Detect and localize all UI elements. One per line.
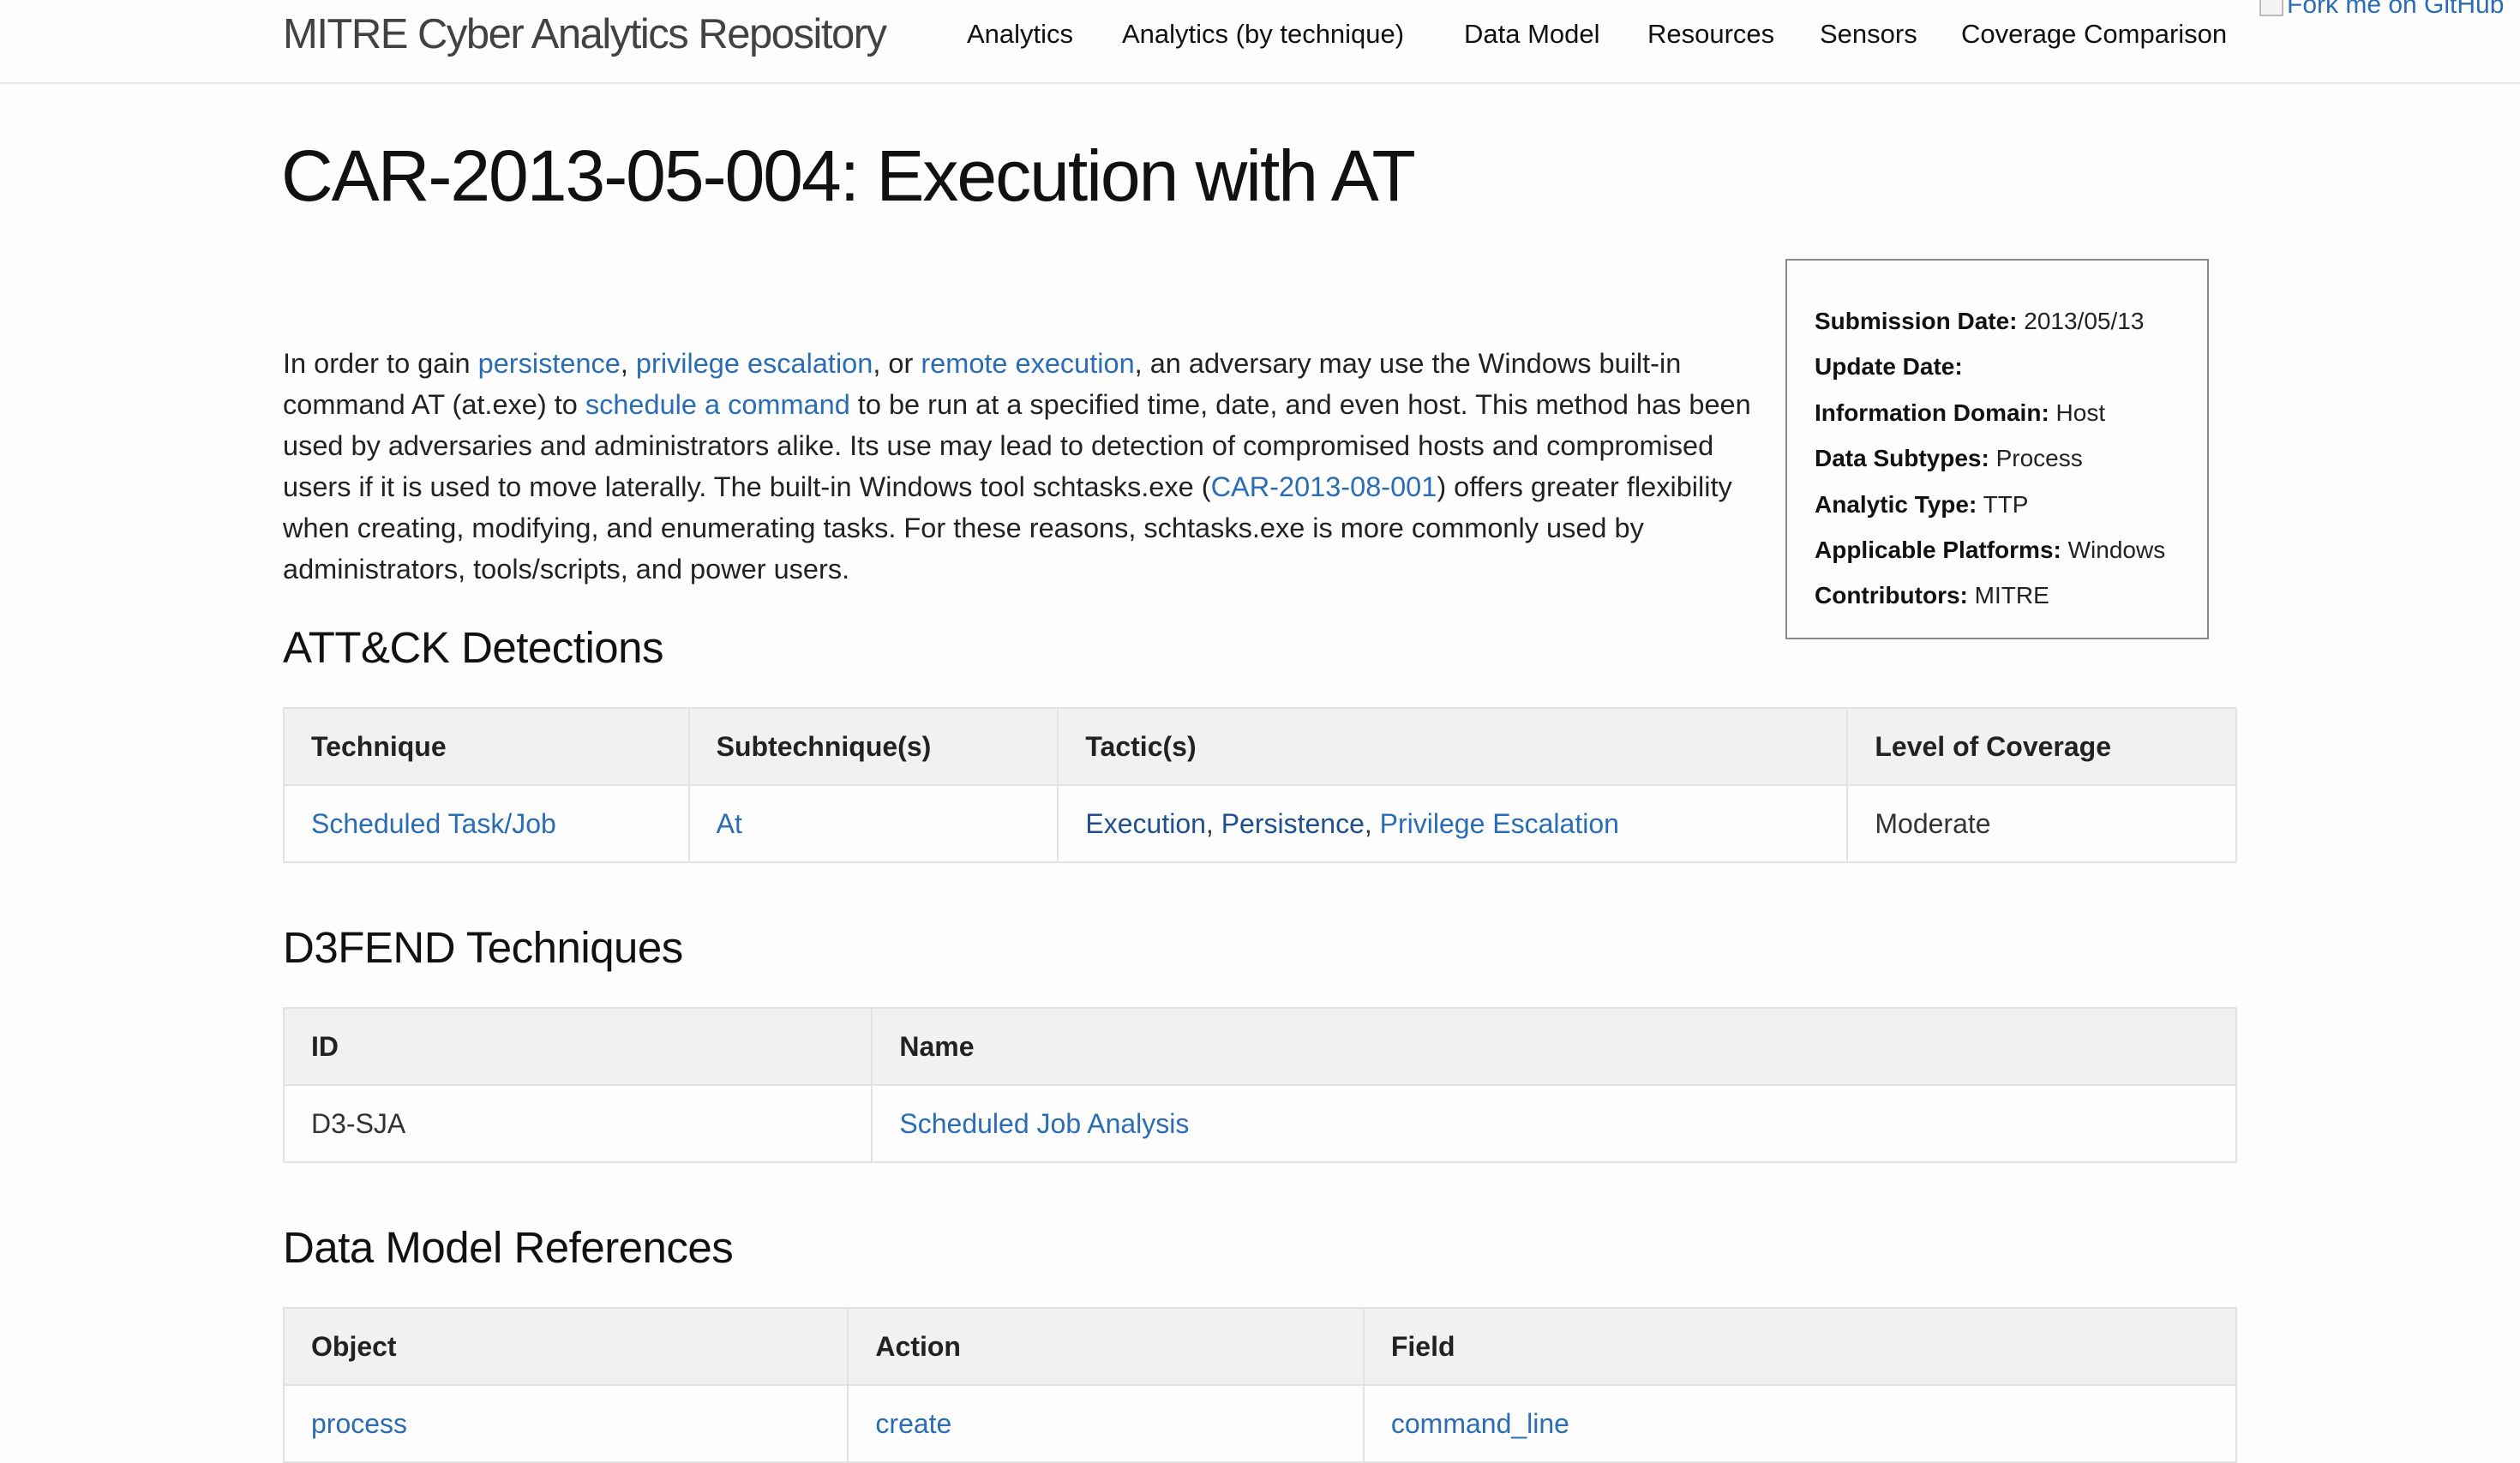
- nav-analytics-by-technique[interactable]: Analytics (by technique): [1122, 15, 1404, 53]
- nav-coverage-comparison[interactable]: Coverage Comparison: [1961, 15, 2227, 53]
- info-submission-date: Submission Date: 2013/05/13: [1815, 308, 2145, 334]
- link-subtechnique-at[interactable]: At: [717, 808, 742, 839]
- info-analytic-type: Analytic Type: TTP: [1815, 490, 2029, 518]
- link-schedule-a-command[interactable]: schedule a command: [585, 389, 850, 420]
- column-header: Name: [871, 1007, 2237, 1086]
- table-header-row: Technique Subtechnique(s) Tactic(s) Leve…: [283, 707, 2237, 786]
- page-title: CAR-2013-05-004: Execution with AT: [281, 135, 1416, 216]
- link-tactic-persistence[interactable]: Persistence: [1221, 808, 1365, 839]
- column-header: Object: [282, 1307, 849, 1386]
- data-model-references-table: Object Action Field process create comma…: [282, 1307, 2238, 1463]
- info-update-date: Update Date:: [1815, 353, 1963, 381]
- info-data-subtypes: Data Subtypes: Process: [1815, 445, 2083, 472]
- link-field-command-line[interactable]: command_line: [1391, 1408, 1569, 1439]
- table-header-row: ID Name: [282, 1007, 2237, 1086]
- data-model-references-heading: Data Model References: [283, 1223, 734, 1272]
- nav-data-model[interactable]: Data Model: [1464, 15, 1600, 53]
- action-cell: create: [847, 1384, 1365, 1463]
- table-row: process create command_line: [282, 1384, 2238, 1463]
- attack-detections-heading: ATT&CK Detections: [283, 623, 664, 672]
- table-header-row: Object Action Field: [282, 1307, 2238, 1386]
- d3fend-techniques-heading: D3FEND Techniques: [283, 923, 683, 972]
- field-cell: command_line: [1362, 1384, 2238, 1463]
- link-object-process[interactable]: process: [311, 1408, 407, 1439]
- nav-resources[interactable]: Resources: [1647, 15, 1774, 53]
- link-scheduled-job-analysis[interactable]: Scheduled Job Analysis: [899, 1108, 1189, 1139]
- link-persistence[interactable]: persistence: [478, 348, 621, 379]
- link-tactic-privilege-escalation[interactable]: Privilege Escalation: [1380, 808, 1619, 839]
- column-header: Subtechnique(s): [687, 707, 1059, 786]
- link-technique-scheduled-task[interactable]: Scheduled Task/Job: [311, 808, 556, 839]
- column-header: Field: [1362, 1307, 2238, 1386]
- link-remote-execution[interactable]: remote execution: [921, 348, 1134, 379]
- subtechnique-cell: At: [687, 784, 1059, 863]
- table-row: Scheduled Task/Job At Execution, Persist…: [283, 784, 2237, 863]
- coverage-cell: Moderate: [1846, 784, 2237, 863]
- info-contributors: Contributors: MITRE: [1815, 582, 2049, 609]
- analytic-info-box: Submission Date: 2013/05/13 Update Date:…: [1785, 259, 2209, 639]
- fork-badge-alt-text: Fork me on GitHub: [2287, 0, 2505, 19]
- column-header: ID: [282, 1007, 873, 1086]
- d3fend-name-cell: Scheduled Job Analysis: [871, 1084, 2237, 1163]
- technique-cell: Scheduled Task/Job: [283, 784, 690, 863]
- fork-on-github-link[interactable]: Fork me on GitHub: [2259, 0, 2504, 21]
- analytic-description: In order to gain persistence, privilege …: [283, 348, 1751, 585]
- nav-analytics[interactable]: Analytics: [967, 15, 1073, 53]
- link-car-2013-08-001[interactable]: CAR-2013-08-001: [1211, 471, 1437, 502]
- column-header: Tactic(s): [1057, 707, 1849, 786]
- nav-sensors[interactable]: Sensors: [1820, 15, 1917, 53]
- broken-image-icon: [2259, 0, 2283, 16]
- link-action-create[interactable]: create: [875, 1408, 951, 1439]
- info-applicable-platforms: Applicable Platforms: Windows: [1815, 537, 2166, 564]
- d3fend-id-cell: D3-SJA: [282, 1084, 873, 1163]
- link-privilege-escalation[interactable]: privilege escalation: [636, 348, 873, 379]
- attack-detections-table: Technique Subtechnique(s) Tactic(s) Leve…: [283, 707, 2237, 863]
- tactics-cell: Execution, Persistence, Privilege Escala…: [1057, 784, 1849, 863]
- column-header: Technique: [283, 707, 690, 786]
- table-row: D3-SJA Scheduled Job Analysis: [282, 1084, 2237, 1163]
- column-header: Action: [847, 1307, 1365, 1386]
- site-title-link[interactable]: MITRE Cyber Analytics Repository: [283, 7, 887, 62]
- link-tactic-execution[interactable]: Execution: [1085, 808, 1206, 839]
- object-cell: process: [282, 1384, 849, 1463]
- site-header: MITRE Cyber Analytics Repository Analyti…: [0, 0, 2520, 84]
- d3fend-techniques-table: ID Name D3-SJA Scheduled Job Analysis: [282, 1007, 2237, 1163]
- info-information-domain: Information Domain: Host: [1815, 399, 2106, 426]
- column-header: Level of Coverage: [1846, 707, 2237, 786]
